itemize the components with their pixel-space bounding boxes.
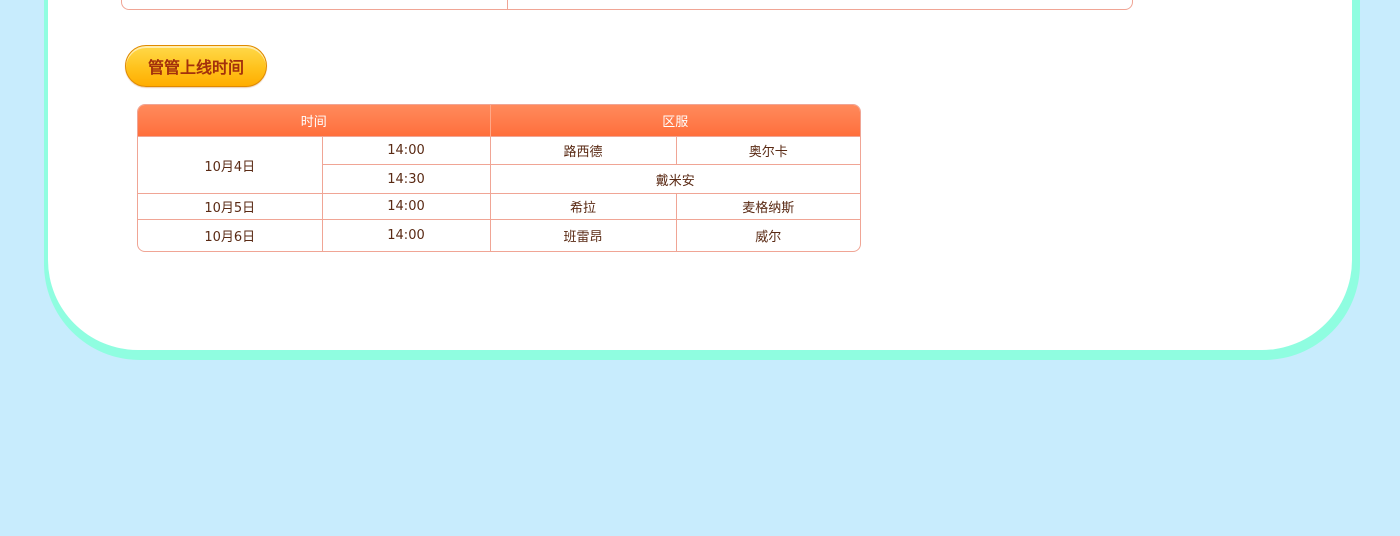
table-row: 10月5日 14:00 希拉 麦格纳斯 bbox=[138, 193, 860, 220]
time-cell: 14:30 bbox=[322, 164, 491, 194]
previous-table-divider bbox=[507, 0, 508, 9]
date-cell: 10月4日 bbox=[138, 136, 323, 194]
table-row: 10月4日 14:00 路西德 奥尔卡 bbox=[138, 136, 860, 194]
header-server: 区服 bbox=[490, 105, 860, 137]
time-cell: 14:00 bbox=[322, 193, 491, 220]
table-header-row: 时间 区服 bbox=[138, 105, 860, 137]
server-cell: 戴米安 bbox=[490, 164, 860, 194]
date-cell: 10月6日 bbox=[138, 219, 323, 251]
server-cell: 奥尔卡 bbox=[676, 136, 860, 165]
time-cell: 14:00 bbox=[322, 219, 491, 251]
section-title-pill: 管管上线时间 bbox=[125, 45, 267, 87]
header-time: 时间 bbox=[138, 105, 491, 137]
previous-table-bottom bbox=[121, 0, 1133, 10]
schedule-table: 时间 区服 10月4日 14:00 路西德 奥尔卡 14:30 戴米安 10月5… bbox=[137, 104, 861, 252]
time-cell: 14:00 bbox=[322, 136, 491, 165]
date-cell: 10月5日 bbox=[138, 193, 323, 220]
server-cell: 麦格纳斯 bbox=[676, 193, 860, 220]
server-cell: 路西德 bbox=[490, 136, 677, 165]
section-title: 管管上线时间 bbox=[147, 58, 244, 77]
table-row: 10月6日 14:00 班雷昂 威尔 bbox=[138, 219, 860, 251]
server-cell: 希拉 bbox=[490, 193, 677, 220]
server-cell: 威尔 bbox=[676, 219, 860, 251]
server-cell: 班雷昂 bbox=[490, 219, 677, 251]
